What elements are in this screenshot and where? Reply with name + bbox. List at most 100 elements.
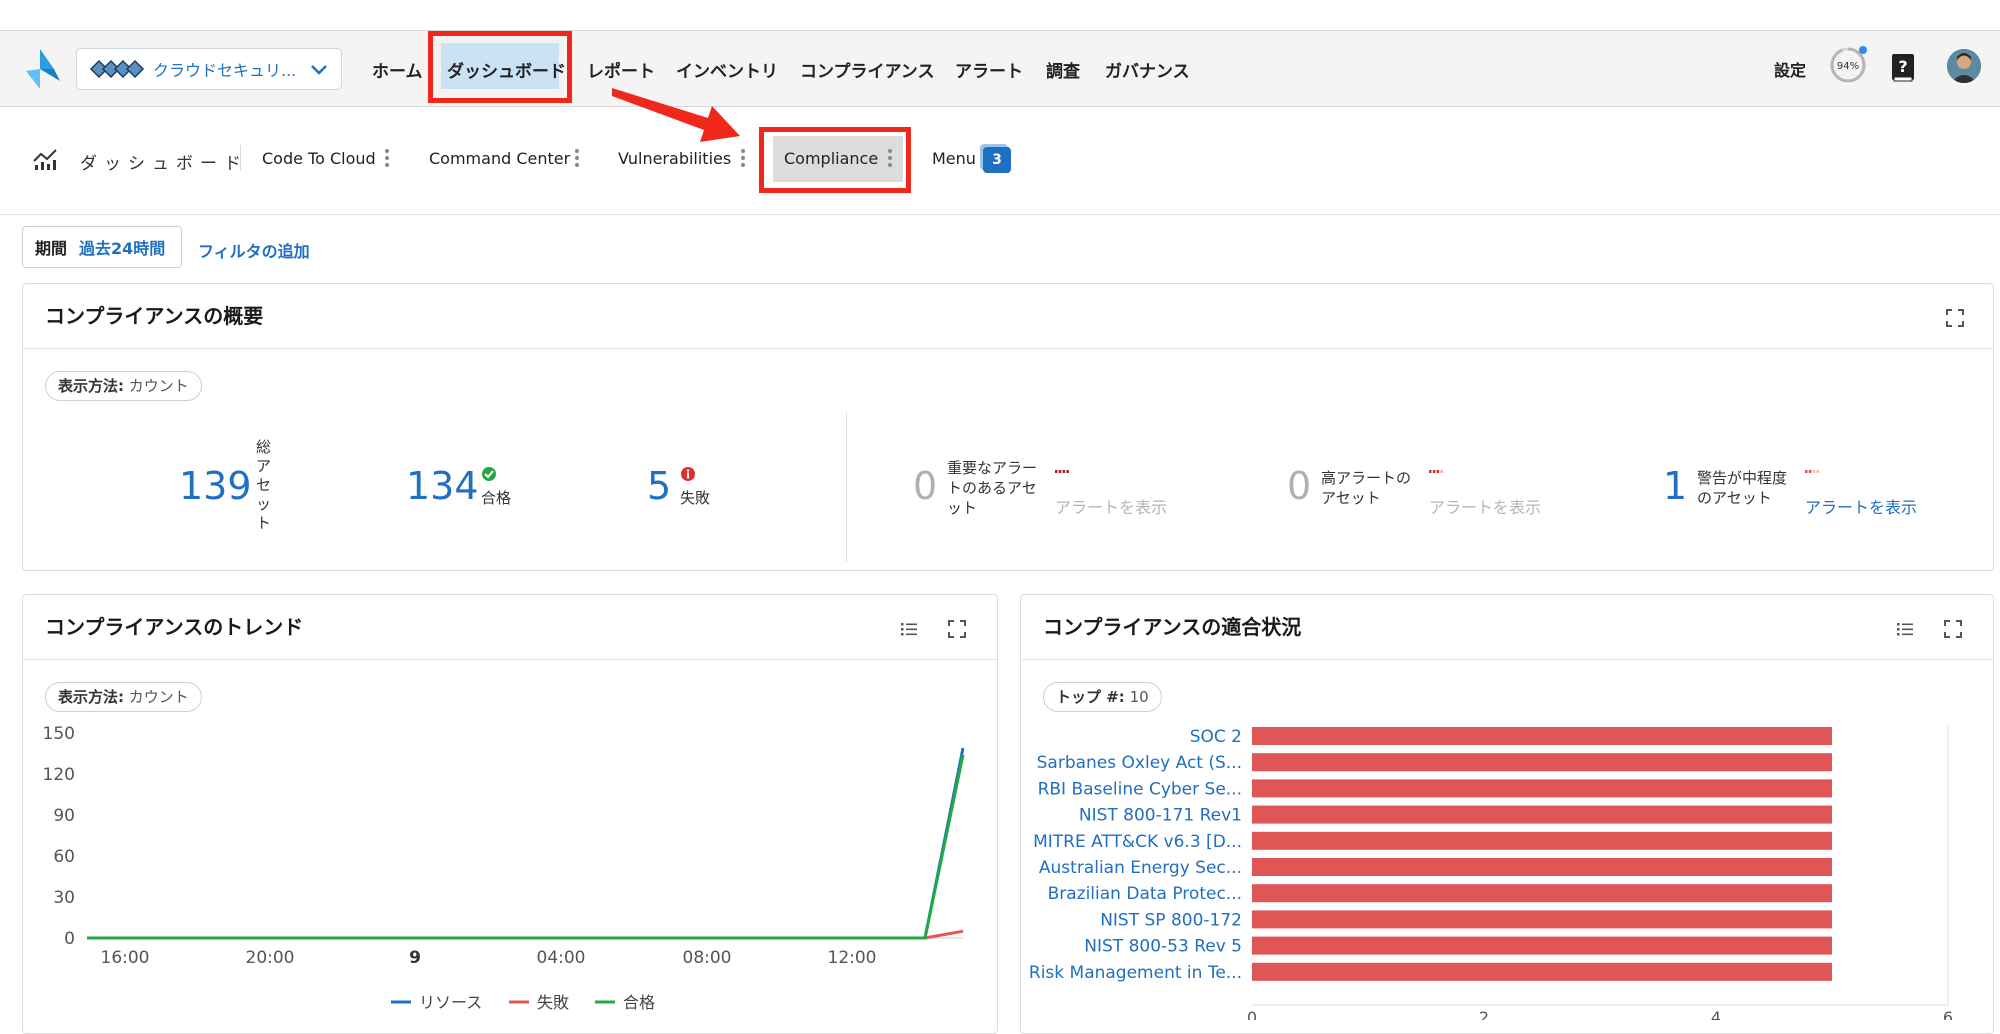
x-tick-label: 16:00	[101, 948, 150, 968]
view-high-alerts-link[interactable]: アラートを表示	[1429, 494, 1541, 518]
top-count-chip[interactable]: トップ #: 10	[1043, 682, 1162, 712]
bar	[1252, 884, 1832, 903]
nav-investigate[interactable]: 調査	[1046, 31, 1080, 108]
dashboard-tab-bar: ダッシュボード Code To Cloud Command Center Vul…	[0, 107, 2000, 215]
compliance-conformance-panel: コンプライアンスの適合状況 トップ #: 10 SOC 2 Sarbanes Ox…	[1020, 594, 1994, 1034]
divider	[240, 145, 241, 171]
filter-bar: 期間 過去24時間 フィルタの追加	[0, 216, 2000, 280]
x-tick-label: 08:00	[683, 948, 732, 968]
list-view-icon[interactable]	[899, 619, 919, 639]
nav-governance[interactable]: ガバナンス	[1105, 31, 1190, 108]
menu-count-badge[interactable]: 3	[983, 147, 1011, 173]
x-tick-label: 2	[1479, 1008, 1489, 1020]
settings-link[interactable]: 設定	[1774, 57, 1806, 81]
user-avatar[interactable]	[1947, 49, 1981, 83]
display-mode-key: 表示方法:	[58, 688, 124, 706]
compliance-tab-callout-box	[759, 127, 911, 193]
nav-home[interactable]: ホーム	[372, 31, 423, 108]
nav-alerts[interactable]: アラート	[955, 31, 1023, 108]
view-critical-alerts-link[interactable]: アラートを表示	[1055, 494, 1167, 518]
divider	[846, 412, 847, 562]
expand-icon[interactable]	[947, 619, 967, 639]
tab-more-icon[interactable]	[739, 147, 747, 171]
divider	[1021, 659, 1993, 660]
expand-icon[interactable]	[1945, 308, 1965, 328]
progress-ring[interactable]: 94%	[1828, 45, 1868, 85]
view-medium-alerts-link[interactable]: アラートを表示	[1805, 494, 1917, 518]
category-label: Risk Management in Te...	[1029, 963, 1242, 983]
x-tick-label: 9	[409, 948, 421, 968]
period-key: 期間	[35, 239, 68, 258]
period-selector[interactable]: 期間 過去24時間	[22, 226, 183, 268]
bar	[1252, 753, 1832, 772]
passed-label: 合格	[481, 489, 512, 507]
panel-title: コンプライアンスの概要	[45, 304, 264, 328]
x-tick-label: 0	[1247, 1008, 1257, 1020]
display-mode-value: カウント	[128, 377, 189, 395]
tab-code-to-cloud[interactable]: Code To Cloud	[262, 149, 376, 168]
display-mode-key: 表示方法:	[58, 377, 124, 395]
app-logo-icon[interactable]	[26, 49, 60, 89]
tenant-selector[interactable]: クラウドセキュリ...	[76, 48, 342, 90]
tab-vulnerabilities[interactable]: Vulnerabilities	[618, 149, 731, 168]
help-book-icon[interactable]: ?	[1890, 53, 1916, 83]
total-assets-value[interactable]: 139	[179, 464, 252, 508]
y-tick-label: 120	[43, 765, 75, 785]
category-label: Brazilian Data Protec...	[1048, 884, 1242, 904]
dashboard-chart-icon	[33, 149, 57, 170]
y-tick-label: 0	[64, 929, 75, 949]
list-view-icon[interactable]	[1895, 619, 1915, 639]
x-tick-label: 04:00	[537, 948, 586, 968]
failed-label: 失敗	[680, 489, 711, 507]
x-tick-label: 6	[1943, 1008, 1953, 1020]
medium-alert-count[interactable]: 1	[1663, 464, 1687, 508]
nav-compliance[interactable]: コンプライアンス	[800, 31, 934, 108]
total-assets-label: 総アセット	[256, 438, 272, 532]
compliance-trend-chart: 150 120 90 60 30 0 16:00 20:00 9 04:00 08:00 12:00 リ…	[43, 724, 965, 1012]
medium-alert-label: 警告が中程度のアセット	[1697, 469, 1788, 507]
critical-alert-count: 0	[913, 464, 938, 508]
legend-label: リソース	[419, 993, 482, 1012]
category-label: NIST 800-53 Rev 5	[1084, 937, 1242, 957]
display-mode-chip[interactable]: 表示方法: カウント	[45, 682, 202, 712]
y-tick-label: 60	[53, 847, 75, 867]
annotation-arrow-icon	[612, 88, 740, 142]
legend-label: 失敗	[537, 993, 569, 1012]
compliance-conformance-chart: SOC 2 Sarbanes Oxley Act (S... RBI Baselin…	[1029, 726, 1953, 1020]
panel-title: コンプライアンスのトレンド	[45, 615, 304, 639]
failed-value[interactable]: 5	[647, 464, 671, 508]
tab-menu[interactable]: Menu	[932, 149, 976, 168]
passed-value[interactable]: 134	[406, 464, 479, 508]
compliance-overview-panel: コンプライアンスの概要 表示方法: カウント 139 総アセット 134 合格 …	[22, 283, 1994, 571]
bar	[1252, 831, 1832, 850]
series-line-1	[87, 747, 965, 940]
divider	[23, 659, 997, 660]
critical-severity-icon	[1055, 470, 1069, 473]
display-mode-chip[interactable]: 表示方法: カウント	[45, 371, 202, 401]
bar	[1252, 805, 1832, 824]
display-mode-value: カウント	[128, 688, 189, 706]
y-tick-label: 30	[53, 888, 75, 908]
dashboard-nav-callout-box	[428, 31, 572, 103]
tab-command-center[interactable]: Command Center	[429, 149, 570, 168]
top-navigation-bar: クラウドセキュリ... ホーム ダッシュボード レポート インベントリ コンプラ…	[0, 30, 2000, 107]
tenant-name: クラウドセキュリ...	[153, 61, 297, 80]
expand-icon[interactable]	[1943, 619, 1963, 639]
tab-more-icon[interactable]	[573, 147, 581, 171]
category-label: NIST SP 800-172	[1100, 910, 1242, 930]
bar	[1252, 858, 1832, 876]
period-value: 過去24時間	[79, 239, 166, 258]
dashboard-label: ダッシュボード	[80, 154, 248, 174]
tab-more-icon[interactable]	[383, 147, 391, 171]
info-alert-icon	[681, 467, 695, 481]
category-label: Sarbanes Oxley Act (S...	[1037, 753, 1242, 773]
bar	[1252, 936, 1832, 955]
bar	[1252, 727, 1832, 745]
top-count-key: トップ #:	[1056, 688, 1125, 706]
add-filter-link[interactable]: フィルタの追加	[198, 238, 310, 262]
high-alert-label: 高アラートのアセット	[1321, 469, 1412, 507]
x-tick-label: 4	[1711, 1008, 1721, 1020]
high-alert-count: 0	[1287, 464, 1312, 508]
series-line-3	[87, 754, 965, 940]
compliance-trend-panel: コンプライアンスのトレンド 表示方法: カウント 150 120 90 60 30 0 16…	[22, 594, 998, 1034]
